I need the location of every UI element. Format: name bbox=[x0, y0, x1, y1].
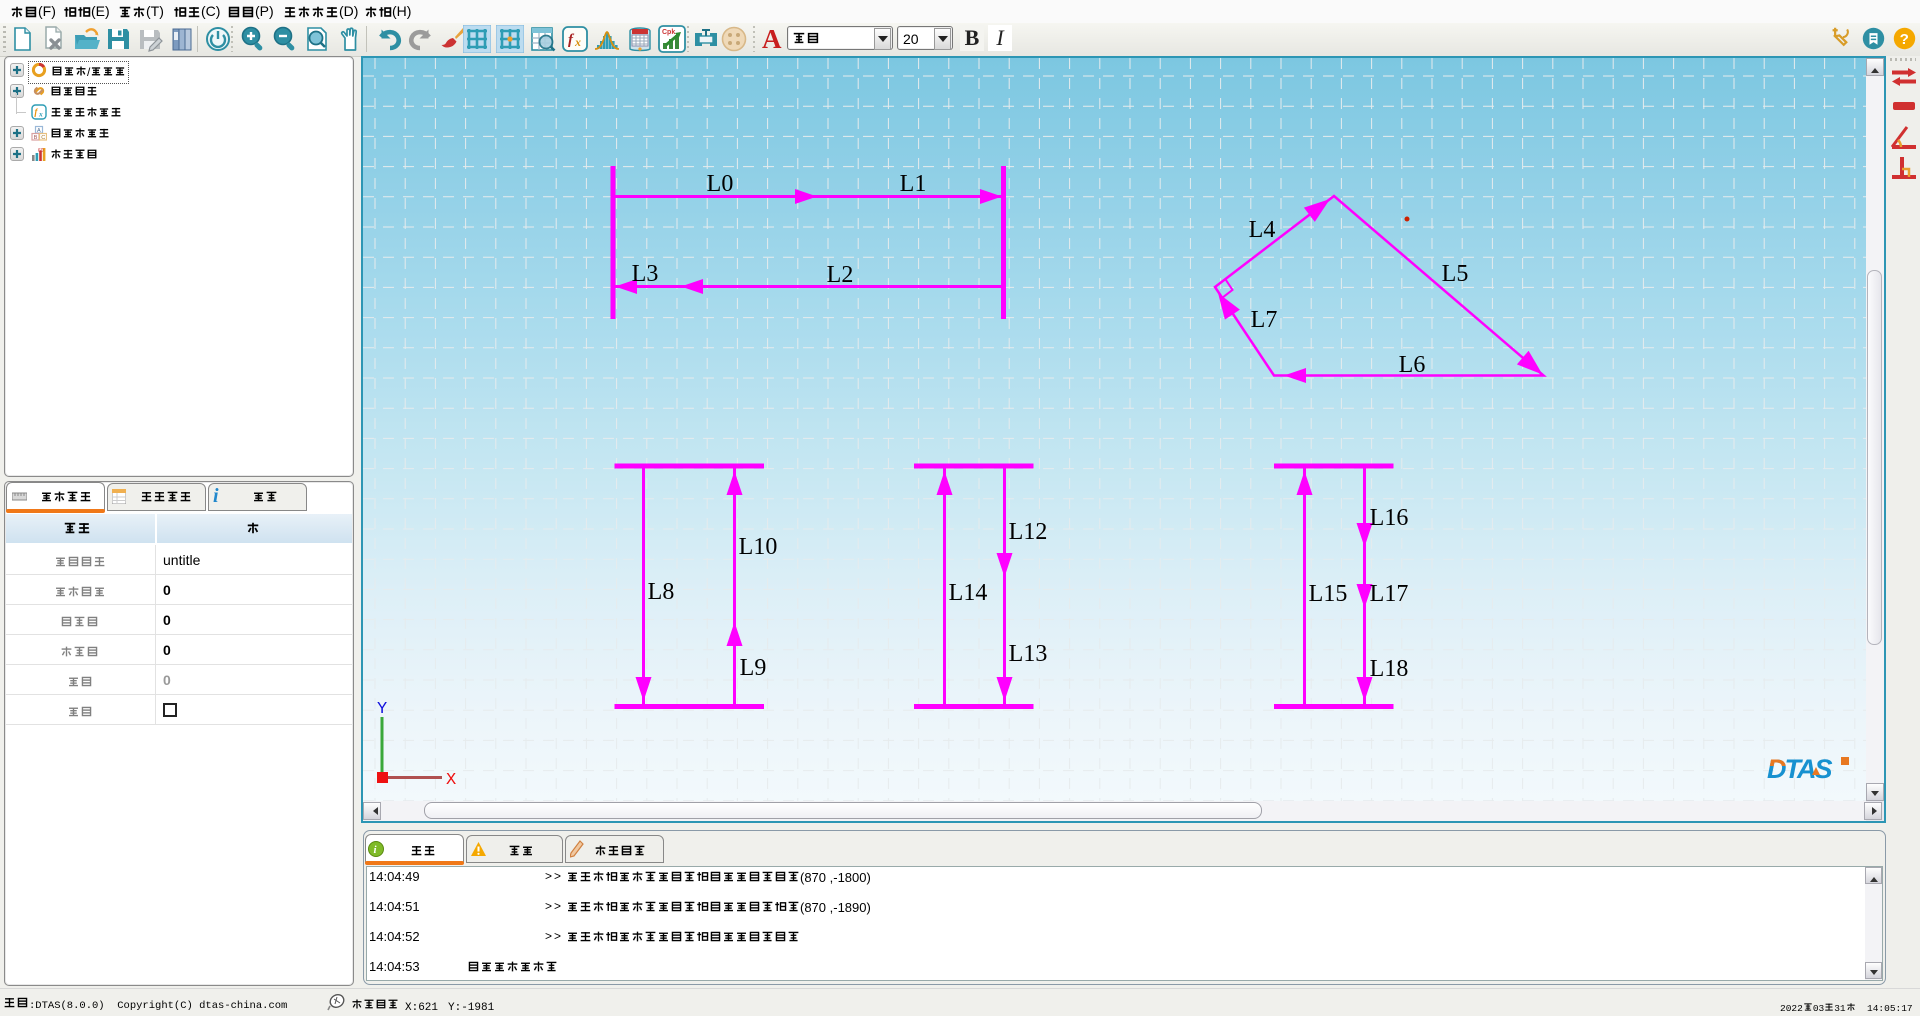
svg-text:L17: L17 bbox=[1370, 581, 1409, 607]
svg-text:Cpk: Cpk bbox=[662, 29, 675, 36]
svg-text:x: x bbox=[574, 35, 581, 49]
svg-text:L4: L4 bbox=[1249, 217, 1276, 243]
svg-text:L16: L16 bbox=[1370, 505, 1409, 531]
svg-text:L3: L3 bbox=[632, 261, 659, 287]
svg-text:L0: L0 bbox=[707, 171, 734, 197]
svg-text:Y: Y bbox=[377, 700, 387, 719]
svg-text:L5: L5 bbox=[1442, 261, 1469, 287]
svg-text:L8: L8 bbox=[648, 579, 675, 605]
svg-text:L14: L14 bbox=[949, 580, 988, 606]
svg-text:L18: L18 bbox=[1370, 656, 1409, 682]
svg-text:L7: L7 bbox=[1251, 307, 1278, 333]
svg-text:X: X bbox=[446, 771, 456, 790]
svg-text:?: ? bbox=[1900, 31, 1909, 48]
svg-text:L2: L2 bbox=[827, 262, 854, 288]
svg-text:L9: L9 bbox=[740, 655, 767, 681]
svg-text:L10: L10 bbox=[739, 534, 778, 560]
svg-text:L15: L15 bbox=[1309, 581, 1348, 607]
svg-text:L1: L1 bbox=[900, 171, 927, 197]
svg-text:L6: L6 bbox=[1399, 352, 1426, 378]
svg-text:L13: L13 bbox=[1009, 641, 1048, 667]
svg-text:L12: L12 bbox=[1009, 519, 1048, 545]
